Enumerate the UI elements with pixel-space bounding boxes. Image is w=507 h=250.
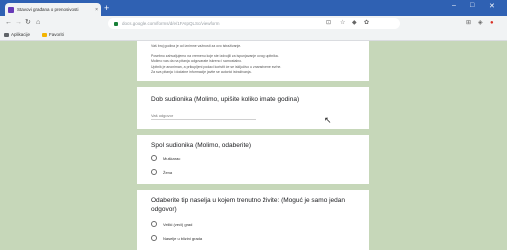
option-label: Naselje u blizini grada — [163, 235, 203, 241]
close-window-button[interactable]: ✕ — [489, 2, 495, 10]
radio-button[interactable] — [151, 169, 157, 175]
question-settlement-title: Odaberite tip naselja u kojem trenutno ž… — [151, 197, 346, 213]
intro-text: Molimo vas da na pitanja odgovarate iskr… — [151, 59, 243, 63]
minimize-window-button[interactable]: – — [452, 2, 456, 9]
star-icon[interactable]: ☆ — [340, 19, 345, 27]
apps-grid-icon — [4, 32, 9, 37]
radio-button[interactable] — [151, 155, 157, 161]
radio-option-large-city[interactable]: Veliki (veći) grad — [151, 221, 192, 227]
option-label: Veliki (veći) grad — [163, 221, 193, 227]
option-label: Žena — [163, 169, 173, 175]
back-icon[interactable]: ← — [5, 19, 12, 27]
radio-option-female[interactable]: Žena — [151, 169, 172, 175]
tab-title: Stavovi građana o prenosivosti — [17, 7, 79, 12]
radio-option-male[interactable]: Muškarac — [151, 155, 180, 161]
forms-favicon-icon — [8, 6, 14, 13]
radio-option-near-city[interactable]: Naselje u blizini grada — [151, 235, 202, 241]
lock-icon — [114, 21, 118, 26]
bookmark-favorites[interactable]: Favoriti — [42, 32, 64, 37]
section-divider — [137, 184, 369, 190]
intro-text: Vaš broj godina je od iznimne važnosti z… — [151, 44, 242, 48]
section-divider — [137, 129, 369, 135]
tab-close-icon[interactable]: × — [95, 7, 98, 13]
browser-toolbar: ← → ↻ ⌂ docs.google.com/forms/d/e/1FAIpQ… — [0, 16, 507, 31]
bookmark-apps[interactable]: Aplikacije — [4, 32, 30, 37]
reload-icon[interactable]: ↻ — [25, 19, 31, 27]
profile-icon[interactable]: ● — [490, 19, 494, 27]
pocket-icon[interactable]: ◈ — [478, 19, 483, 27]
section-divider — [137, 81, 369, 87]
maximize-window-button[interactable]: □ — [470, 2, 474, 9]
browser-tab-strip: Stavovi građana o prenosivosti × + – □ ✕ — [0, 0, 507, 16]
url-text: docs.google.com/forms/d/e/1FAIpQLSc/view… — [122, 21, 220, 26]
age-answer-input[interactable] — [151, 111, 256, 120]
translate-icon[interactable]: ⊡ — [326, 19, 331, 27]
extension-2-icon[interactable]: ✿ — [364, 19, 369, 27]
bookmark-label: Favoriti — [49, 32, 64, 37]
question-gender-title: Spol sudionika (Molimo, odaberite) — [151, 142, 252, 149]
bookmark-label: Aplikacije — [11, 32, 31, 37]
browser-tab[interactable]: Stavovi građana o prenosivosti × — [5, 3, 101, 16]
folder-icon — [42, 32, 47, 37]
mouse-cursor-icon: ↖ — [324, 115, 332, 125]
option-label: Muškarac — [163, 155, 181, 161]
new-tab-button[interactable]: + — [104, 3, 109, 13]
question-age-title: Dob sudionika (Molimo, upišite koliko im… — [151, 96, 300, 103]
bookmarks-bar: Aplikacije Favoriti — [0, 31, 507, 41]
translate-ext-icon[interactable]: ⊞ — [466, 19, 471, 27]
radio-button[interactable] — [151, 221, 157, 227]
home-icon[interactable]: ⌂ — [36, 19, 40, 27]
radio-button[interactable] — [151, 235, 157, 241]
form-card: Vaš broj godina je od iznimne važnosti z… — [137, 41, 369, 250]
extension-icon[interactable]: ◆ — [352, 19, 357, 27]
forward-icon[interactable]: → — [15, 19, 22, 27]
intro-text: Za sva pitanja i dodatne informacije jav… — [151, 70, 252, 74]
